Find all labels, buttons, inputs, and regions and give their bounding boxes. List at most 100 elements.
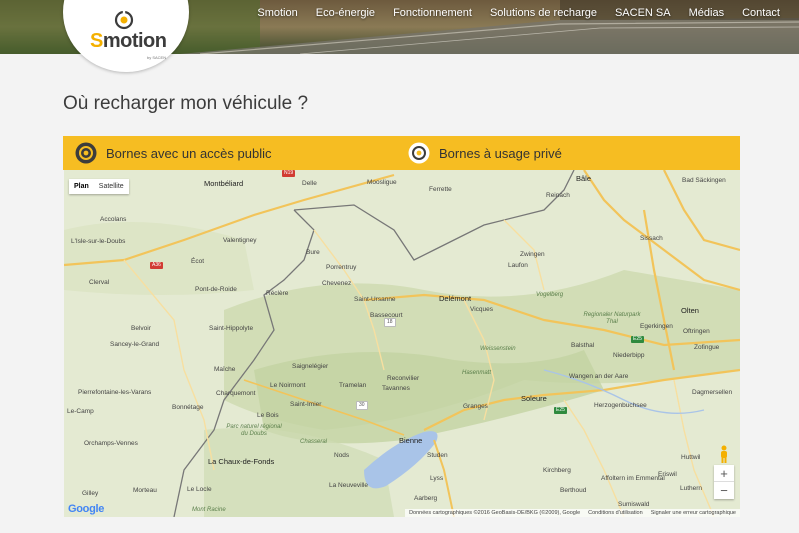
zoom-in-button[interactable]: + xyxy=(714,465,734,482)
town-label: Niederbipp xyxy=(613,352,645,359)
terms-of-use-link[interactable]: Conditions d'utilisation xyxy=(588,510,643,516)
region-label: Parc naturel régional du Doubs xyxy=(226,424,282,437)
town-label: Laufon xyxy=(508,262,528,269)
tab-private-chargers[interactable]: Bornes à usage privé xyxy=(408,136,562,170)
google-logo[interactable]: Google xyxy=(68,503,104,515)
nav-smotion[interactable]: Smotion xyxy=(248,6,306,20)
town-label: Olten xyxy=(681,306,699,315)
street-view-pegman-icon[interactable] xyxy=(718,445,730,463)
town-label: Bad Säckingen xyxy=(682,177,726,184)
town-label: Réclère xyxy=(266,290,289,297)
charger-map[interactable]: Plan Satellite N19 A36 E25 E25 18 30 Bâl… xyxy=(64,170,740,517)
map-type-satellite[interactable]: Satellite xyxy=(94,179,129,194)
town-label: Bâle xyxy=(576,174,592,183)
town-label: Saignelégier xyxy=(292,363,329,370)
town-label: Lyss xyxy=(430,475,444,482)
town-label: Clerval xyxy=(89,279,110,286)
page-title: Où recharger mon véhicule ? xyxy=(63,93,309,114)
road-shield: E25 xyxy=(631,336,644,343)
town-label: L'Isle-sur-le-Doubs xyxy=(71,238,126,245)
logo-wordmark: Smotion xyxy=(90,30,167,52)
road-shield: 18 xyxy=(384,318,396,327)
logo-plug-icon xyxy=(114,10,134,30)
town-label: Reinach xyxy=(546,192,570,199)
logo-byline: by SACEN xyxy=(147,55,167,60)
town-label: La Chaux-de-Fonds xyxy=(208,457,275,466)
zoom-control: + − xyxy=(714,465,734,499)
nav-medias[interactable]: Médias xyxy=(680,6,733,20)
town-label: Sumiswald xyxy=(618,501,650,508)
tab-public-label: Bornes avec un accès public xyxy=(106,145,272,161)
town-label: Saint-Hippolyte xyxy=(209,325,254,332)
town-label: Tramelan xyxy=(339,382,367,389)
town-label: Vicques xyxy=(470,306,494,313)
town-label: Maîche xyxy=(214,366,236,373)
town-label: Berthoud xyxy=(560,487,587,494)
town-label: Zwingen xyxy=(520,251,545,258)
town-label: Bonnétage xyxy=(172,404,204,411)
town-label: Delémont xyxy=(439,294,472,303)
page: Smotion Eco-énergie Fonctionnement Solut… xyxy=(0,0,799,533)
town-label: Soleure xyxy=(521,394,547,403)
town-label: Le Bois xyxy=(257,412,279,419)
nav-sacen-sa[interactable]: SACEN SA xyxy=(606,6,680,20)
town-label: Balsthal xyxy=(571,342,595,349)
region-label: Hasenmatt xyxy=(462,370,492,376)
nav-fonctionnement[interactable]: Fonctionnement xyxy=(384,6,481,20)
town-label: Le Noirmont xyxy=(270,382,306,389)
tab-public-chargers[interactable]: Bornes avec un accès public xyxy=(75,136,271,170)
town-label: Porrentruy xyxy=(326,264,357,271)
town-label: Aarberg xyxy=(414,495,438,502)
town-label: Le-Camp xyxy=(67,408,94,415)
region-label: Vogelberg xyxy=(536,292,564,298)
town-label: Oftringen xyxy=(683,328,710,335)
town-label: Dagmersellen xyxy=(692,389,733,396)
town-label: Pierrefontaine-les-Varans xyxy=(78,389,152,396)
town-label: La Neuveville xyxy=(329,482,369,489)
zoom-out-button[interactable]: − xyxy=(714,482,734,499)
town-label: Moosligue xyxy=(367,179,397,186)
road-shield: 30 xyxy=(356,401,368,410)
town-label: Sancey-le-Grand xyxy=(110,341,160,348)
report-map-error-link[interactable]: Signaler une erreur cartographique xyxy=(651,510,736,516)
town-label: Eriswil xyxy=(658,471,677,478)
town-label: Sissach xyxy=(640,235,663,242)
town-label: Écot xyxy=(191,258,205,265)
region-label: Regionaler Naturpark Thal xyxy=(583,312,641,325)
town-label: Tavannes xyxy=(382,385,410,392)
town-label: Accolans xyxy=(100,216,127,223)
town-label: Bassecourt xyxy=(370,312,403,319)
town-label: Saint-Imier xyxy=(290,401,322,408)
map-attribution: Données cartographiques ©2016 GeoBasis-D… xyxy=(405,509,740,517)
map-data-credit: Données cartographiques ©2016 GeoBasis-D… xyxy=(409,510,581,516)
town-label: Wangen an der Aare xyxy=(569,373,629,380)
nav-solutions-de-recharge[interactable]: Solutions de recharge xyxy=(481,6,606,20)
map-type-switch: Plan Satellite xyxy=(69,179,129,194)
town-label: Delle xyxy=(302,180,317,187)
town-label: Studen xyxy=(427,452,448,459)
town-label: Le Locle xyxy=(187,486,212,493)
town-label: Huttwil xyxy=(681,454,701,461)
town-label: Morteau xyxy=(133,487,157,494)
road-shield: N19 xyxy=(282,170,296,177)
town-label: Pont-de-Roide xyxy=(195,286,237,293)
town-label: Saint-Ursanne xyxy=(354,296,396,303)
town-label: Bure xyxy=(306,249,320,256)
town-label: Luthern xyxy=(680,485,703,492)
nav-eco-energie[interactable]: Eco-énergie xyxy=(307,6,384,20)
road-shield: A36 xyxy=(150,262,163,269)
town-label: Gilley xyxy=(82,490,99,497)
smotion-logo[interactable]: Smotion by SACEN xyxy=(63,0,189,72)
main-nav: Smotion Eco-énergie Fonctionnement Solut… xyxy=(248,6,789,20)
town-label: Charquemont xyxy=(216,390,256,397)
charger-type-tabs: Bornes avec un accès public Bornes à usa… xyxy=(63,136,740,170)
town-label: Chevenez xyxy=(322,280,352,287)
town-label: Zofingue xyxy=(694,344,720,351)
town-label: Kirchberg xyxy=(543,467,571,474)
map-type-plan[interactable]: Plan xyxy=(69,179,94,194)
region-label: Weissenstein xyxy=(480,346,516,352)
town-label: Bienne xyxy=(399,436,423,445)
nav-contact[interactable]: Contact xyxy=(733,6,789,20)
town-label: Egerkingen xyxy=(640,323,673,330)
map-base-layer xyxy=(64,170,740,517)
